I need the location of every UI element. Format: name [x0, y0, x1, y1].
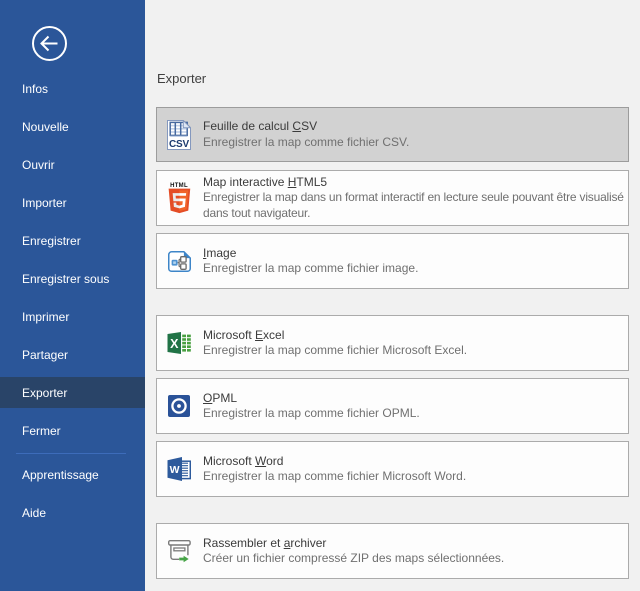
svg-text:X: X	[170, 337, 179, 351]
svg-text:W: W	[170, 464, 180, 476]
svg-text:HTML: HTML	[170, 183, 188, 189]
svg-text:CSV: CSV	[169, 139, 189, 150]
